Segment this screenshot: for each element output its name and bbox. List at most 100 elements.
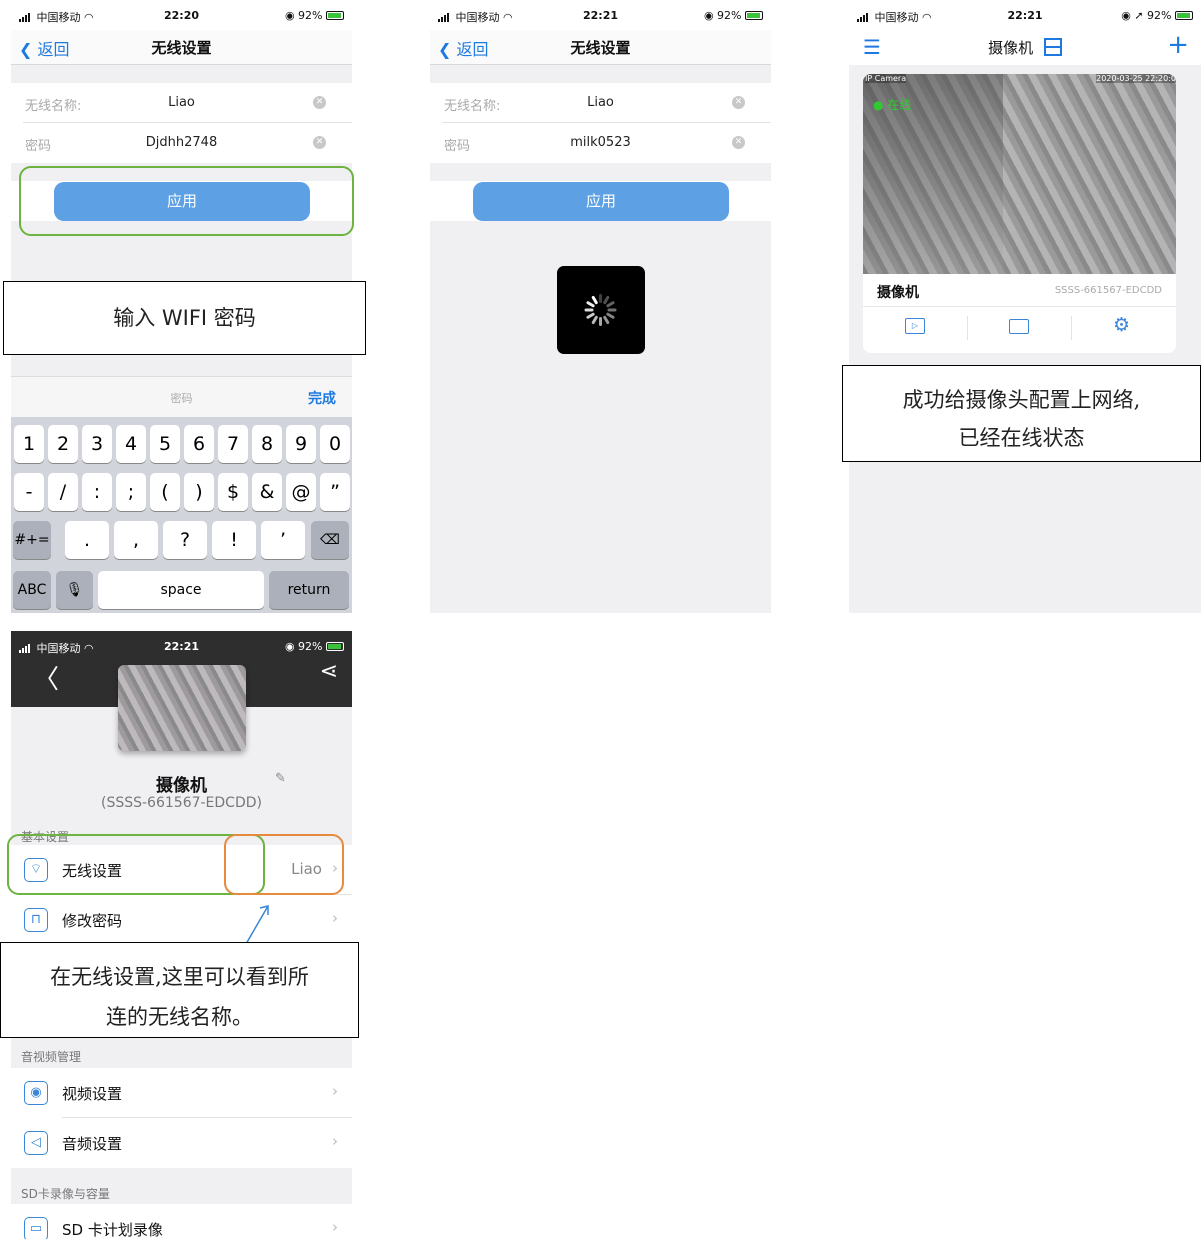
gear-icon[interactable]: ⚙	[1113, 314, 1130, 336]
callout-line1: 成功给摄像头配置上网络,	[902, 388, 1141, 412]
layout-toggle-icon[interactable]	[1043, 38, 1062, 56]
key[interactable]: 0	[320, 425, 350, 463]
key[interactable]: 7	[218, 425, 248, 463]
camera-thumbnail	[118, 665, 246, 751]
sd-record-row[interactable]: ▭ SD 卡计划录像 ›	[11, 1204, 352, 1239]
key[interactable]: -	[14, 473, 44, 511]
alarm-icon: ◉	[284, 640, 295, 653]
ssid-field[interactable]: Liao	[11, 95, 352, 110]
callout-wifi-name: 在无线设置,这里可以看到所 连的无线名称。	[0, 942, 359, 1038]
status-bar: 中国移动 ◠ 22:21 ◉ ➚ 92%	[849, 0, 1201, 30]
password-row: 密码 Djdhh2748 ✕	[11, 123, 352, 163]
audio-settings-label: 音频设置	[62, 1135, 123, 1153]
key[interactable]: $	[218, 473, 248, 511]
chevron-right-icon: ›	[332, 909, 338, 927]
password-field[interactable]: milk0523	[430, 135, 771, 150]
key[interactable]: 3	[82, 425, 112, 463]
return-key[interactable]: return	[269, 571, 349, 609]
key[interactable]: 8	[252, 425, 282, 463]
camera-id: (SSSS-661567-EDCDD)	[101, 795, 262, 811]
nav-bar: ❮ 返回 无线设置	[430, 30, 771, 65]
key[interactable]: ,	[114, 521, 158, 559]
spinner-segment	[599, 317, 602, 326]
done-button[interactable]: 完成	[308, 388, 336, 408]
share-icon[interactable]: ⋖	[320, 659, 338, 684]
callout-line2: 连的无线名称。	[106, 1005, 253, 1029]
symbols-key[interactable]: #+=	[13, 521, 51, 559]
key[interactable]: @	[286, 473, 316, 511]
key[interactable]: 2	[48, 425, 78, 463]
alarm-icon: ◉	[703, 9, 714, 22]
sd-record-label: SD 卡计划录像	[62, 1221, 163, 1239]
key[interactable]: )	[184, 473, 214, 511]
page-title: 无线设置	[570, 39, 631, 57]
key[interactable]: 5	[150, 425, 180, 463]
back-chevron-icon[interactable]: 〈	[33, 659, 59, 696]
microphone-icon[interactable]: 🎙	[56, 571, 93, 609]
folder-icon[interactable]	[1009, 319, 1029, 334]
audio-settings-row[interactable]: ◁ 音频设置 ›	[11, 1118, 352, 1168]
location-icon: ➚	[1134, 9, 1144, 22]
key[interactable]: 4	[116, 425, 146, 463]
delete-key-icon[interactable]: ⌫	[311, 521, 349, 559]
section-sd: SD卡录像与容量	[21, 1187, 110, 1201]
page-title: 摄像机	[988, 39, 1034, 57]
change-password-row[interactable]: ⊓ 修改密码 ›	[11, 895, 352, 945]
callout-line1: 在无线设置,这里可以看到所	[50, 965, 309, 989]
alarm-icon: ◉	[284, 9, 295, 22]
spinner-segment	[605, 300, 616, 308]
key[interactable]: /	[48, 473, 78, 511]
keyboard-placeholder: 密码	[170, 392, 193, 405]
alarm-icon: ◉	[1121, 9, 1131, 22]
key[interactable]: !	[212, 521, 256, 559]
key[interactable]: (	[150, 473, 180, 511]
key[interactable]: :	[82, 473, 112, 511]
speaker-icon: ◁	[24, 1131, 48, 1155]
nav-bar: ☰ 摄像机 +	[849, 30, 1201, 65]
key[interactable]: 1	[14, 425, 44, 463]
screen-device-settings: 中国移动 ◠ 22:21 ◉ 92% 〈 ⋖ 摄像机 ✎ (SSSS-66156…	[11, 631, 352, 1239]
key[interactable]: 6	[184, 425, 214, 463]
clear-icon[interactable]: ✕	[732, 96, 745, 109]
chevron-right-icon: ›	[332, 1218, 338, 1236]
key[interactable]: ”	[320, 473, 350, 511]
clear-icon[interactable]: ✕	[313, 136, 326, 149]
clear-icon[interactable]: ✕	[732, 136, 745, 149]
video-settings-label: 视频设置	[62, 1085, 123, 1103]
arrow-annotation-icon	[245, 905, 269, 945]
space-key[interactable]: space	[98, 571, 264, 609]
section-av: 音视频管理	[21, 1050, 82, 1064]
key[interactable]: ;	[116, 473, 146, 511]
chevron-right-icon: ›	[332, 1082, 338, 1100]
video-record-icon: ▭	[24, 1217, 48, 1239]
apply-button[interactable]: 应用	[473, 182, 729, 221]
camera-icon: ◉	[24, 1081, 48, 1105]
add-icon[interactable]: +	[1167, 30, 1189, 60]
camera-thumbnail[interactable]: IP Camera 2020-03-25 22:20:0 ● 在线	[863, 74, 1176, 274]
highlight-apply	[19, 166, 354, 236]
spinner-segment	[584, 308, 594, 312]
status-bar: 中国移动 ◠ 22:20 ◉ 92%	[11, 0, 352, 30]
password-row: 密码 milk0523 ✕	[430, 123, 771, 163]
key[interactable]: .	[65, 521, 109, 559]
key[interactable]: ?	[163, 521, 207, 559]
key[interactable]: 9	[286, 425, 316, 463]
key[interactable]: &	[252, 473, 282, 511]
online-status: ● 在线	[873, 98, 912, 112]
playback-icon[interactable]: ▷	[905, 318, 925, 334]
camera-card[interactable]: IP Camera 2020-03-25 22:20:0 ● 在线 摄像机 SS…	[863, 74, 1176, 353]
edit-icon[interactable]: ✎	[275, 771, 286, 786]
key[interactable]: ’	[261, 521, 305, 559]
abc-key[interactable]: ABC	[13, 571, 51, 609]
ssid-field[interactable]: Liao	[430, 95, 771, 110]
keyboard: 1 2 3 4 5 6 7 8 9 0 - /:;() $ & @” #+=.,?!’ ⌫ ABC 🎙 spac…	[11, 417, 352, 613]
clear-icon[interactable]: ✕	[313, 96, 326, 109]
status-bar: 中国移动 ◠ 22:21 ◉ 92%	[430, 0, 771, 30]
password-field[interactable]: Djdhh2748	[11, 135, 352, 150]
overlay-timestamp: 2020-03-25 22:20:0	[1096, 74, 1176, 83]
highlight-wifi-name	[224, 834, 344, 895]
battery-icon	[1175, 11, 1193, 20]
ssid-row: 无线名称: Liao ✕	[11, 83, 352, 123]
camera-name: 摄像机	[156, 776, 207, 796]
video-settings-row[interactable]: ◉ 视频设置 ›	[11, 1068, 352, 1118]
